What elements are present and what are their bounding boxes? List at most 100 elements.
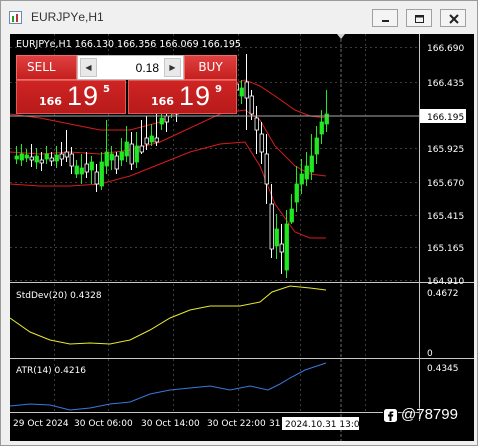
candle-body [259,133,264,153]
window-title: EURJPYе,H1 [31,10,104,24]
social-logo-icon [383,408,398,423]
candle-body [79,167,84,175]
sell-price-pip: 5 [103,84,110,95]
sell-price-button[interactable]: 166 19 5 [16,80,126,114]
candle-body [44,153,49,160]
candle-body [284,223,289,271]
chart-area[interactable]: EURJPYе,H1 166.130 166.356 166.069 166.1… [10,34,474,441]
candle-body [149,135,154,143]
candle-body [34,155,39,163]
price-tick: 166.690 [427,44,464,54]
lot-increase-button[interactable]: ▶ [164,58,181,77]
candle-body [74,165,79,175]
chart-info-line: EURJPYе,H1 166.130 166.356 166.069 166.1… [16,39,241,50]
price-tick: 165.165 [427,244,464,254]
stddev-axis-max: 0.4672 [427,289,459,299]
candle-body [64,151,69,158]
candle-body [254,117,259,131]
candle-body [124,141,129,157]
candle-body [109,153,114,161]
candle-body [84,163,89,173]
sell-price-prefix: 166 [39,95,62,108]
price-tick: 165.415 [427,212,464,222]
buy-price-button[interactable]: 166 19 9 [128,80,237,114]
candle-body [129,143,134,165]
watermark-text: @78799 [401,406,458,423]
candle-body [294,183,299,203]
atr-label: ATR(14) 0.4216 [16,366,86,376]
buy-price-main: 19 [179,81,212,111]
maximize-button[interactable] [406,9,432,27]
sell-price-main: 19 [67,81,100,111]
candle-body [154,137,159,143]
candle-body [54,154,59,162]
atr-axis-max: 0.4345 [427,364,459,374]
time-axis: 29 Oct 2024 30 Oct 06:00 30 Oct 14:00 30… [13,419,290,429]
candle-body [289,208,294,223]
close-icon [449,14,459,24]
candle-body [269,203,274,250]
lot-decrease-button[interactable]: ◀ [80,58,97,77]
stddev-axis-zero: 0 [427,349,433,359]
time-tick: 30 Oct 06:00 [74,419,133,429]
triangle-right-icon: ▶ [169,63,176,72]
candle-body [114,155,119,170]
close-button[interactable] [440,9,466,27]
triangle-left-icon: ◀ [85,63,92,72]
candle-body [314,137,319,155]
candle-body [164,115,169,123]
buy-price-pip: 9 [215,84,222,95]
price-tick: 165.670 [427,179,464,189]
candle-body [24,154,29,159]
watermark: @78799 [383,406,478,426]
price-axis: 166.690 166.435 165.925 165.670 165.415 … [427,44,464,287]
candle-body [304,165,309,180]
chart-app-icon [9,11,22,24]
candle-body [94,171,99,185]
candle-body [144,137,149,145]
price-tick: 166.435 [427,79,464,89]
candle-body [134,145,139,163]
crosshair-marker [337,34,345,39]
candle-body [69,153,74,167]
candle-body [159,117,164,125]
candle-body [14,155,19,160]
chart-window: EURJPYе,H1 EURJPYе,H1 166.130 166.356 16… [0,0,478,446]
lot-size-control: ◀ ▶ [77,55,184,80]
candle-body [319,121,324,135]
minimize-icon [382,20,389,22]
candle-body [264,153,269,185]
sell-button[interactable]: SELL [16,55,77,80]
time-tick: 30 Oct 14:00 [141,419,200,429]
stddev-label: StdDev(20) 0.4328 [16,291,102,301]
title-bar[interactable]: EURJPYе,H1 [1,1,477,33]
candle-body [89,161,94,171]
candle-body [119,151,124,161]
lot-size-input[interactable] [99,58,163,77]
candle-body [49,157,54,162]
maximize-icon [415,15,424,23]
candle-body [104,151,109,167]
candle-body [249,95,254,115]
candle-body [139,145,144,153]
minimize-button[interactable] [372,9,398,27]
candle-body [99,161,104,187]
candle-body [39,159,44,164]
time-tick: 30 Oct 22:00 [207,419,266,429]
crosshair-time-label: 2024.10.31 13:00 [285,420,366,430]
candle-body [299,173,304,185]
candle-body [59,153,64,160]
candle-body [29,156,34,161]
current-price-label: 166.195 [427,113,464,123]
price-tick: 164.910 [427,277,464,287]
candle-body [239,87,244,97]
candle-body [19,153,24,161]
time-tick: 29 Oct 2024 [13,419,69,429]
candle-body [309,155,314,173]
price-tick: 165.925 [427,145,464,155]
candle-body [279,243,284,253]
buy-price-prefix: 166 [151,95,174,108]
buy-button[interactable]: BUY [184,55,237,80]
candle-body [274,228,279,247]
candle-body [244,81,249,99]
